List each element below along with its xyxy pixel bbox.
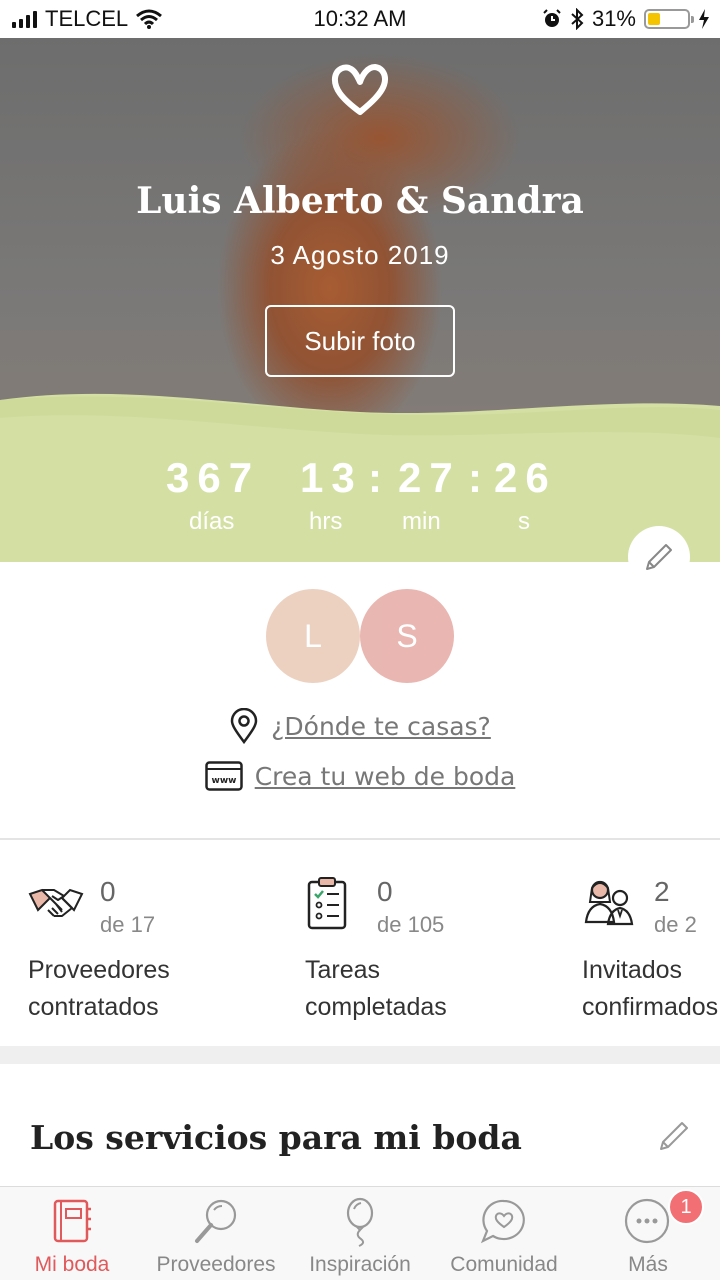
countdown-hours: 13 [300,454,363,501]
status-right: 31% [542,6,710,32]
tab-comunidad[interactable]: Comunidad [432,1187,576,1280]
tab-label: Inspiración [309,1253,411,1276]
notebook-icon [53,1199,91,1243]
stat-label-line: completadas [305,993,447,1021]
charging-icon [699,9,709,29]
divider [0,838,720,840]
countdown-separator: : [468,454,482,501]
tab-mi-boda[interactable]: Mi boda [0,1187,144,1280]
countdown-seconds: 26 [494,454,557,501]
stat-label-line: contratados [28,993,159,1021]
tab-label: Comunidad [450,1253,558,1276]
stat-count: 0 [377,876,393,907]
countdown: 367 13 : 27 : 26 días hrs min s [0,454,720,544]
avatar-partner-1[interactable]: L [266,589,360,683]
wedding-date: 3 Agosto 2019 [270,240,450,270]
tab-label: Mi boda [34,1253,110,1276]
web-link-row[interactable]: www Crea tu web de boda [0,761,720,791]
tab-inspiracion[interactable]: Inspiración [288,1187,432,1280]
upload-photo-button[interactable]: Subir foto [265,305,455,377]
heart-logo-icon [331,64,388,115]
countdown-days-unit: días [189,508,235,535]
stat-label: Invitados confirmados [582,952,718,1026]
bluetooth-icon [571,8,584,30]
section-separator [0,1046,720,1064]
web-link[interactable]: Crea tu web de boda [255,762,516,791]
countdown-days: 367 [166,454,261,501]
stat-label-line: Proveedores [28,956,170,984]
www-browser-icon: www [204,761,243,791]
battery-icon [644,9,694,29]
avatar-partner-2[interactable]: S [360,589,454,683]
battery-percent: 31% [591,6,636,31]
stat-label-line: confirmados [582,993,719,1021]
stat-label: Proveedores contratados [28,952,170,1026]
tab-label: Más [628,1253,668,1276]
handshake-icon [28,888,84,917]
hero-banner: Luis Alberto & Sandra 3 Agosto 2019 Subi… [0,38,720,562]
guests-icon [584,880,634,926]
pencil-icon [646,544,672,570]
stat-count: 2 [654,876,670,907]
magnifier-icon [195,1199,237,1243]
notification-badge: 1 [668,1189,704,1225]
tab-label: Proveedores [156,1253,276,1276]
checklist-icon [307,877,347,930]
stat-total: de 2 [654,912,697,937]
where-link[interactable]: ¿Dónde te casas? [271,712,491,741]
countdown-seconds-unit: s [518,508,530,535]
edit-wedding-button[interactable] [628,526,690,588]
stat-label-line: Tareas [305,956,381,984]
stat-label: Tareas completadas [305,952,447,1026]
location-pin-icon [230,708,258,744]
couple-title: Luis Alberto & Sandra [136,180,584,222]
chat-heart-icon [480,1199,525,1244]
alarm-icon [543,9,561,27]
stat-total: de 105 [377,912,445,937]
stat-count: 0 [100,876,116,907]
stat-label-line: Invitados [582,956,683,984]
more-icon [624,1198,670,1244]
countdown-minutes: 27 [398,454,461,501]
edit-services-pencil-icon[interactable] [656,1118,692,1154]
bottom-tab-bar: Mi boda Proveedores Inspiración Comunida… [0,1186,720,1280]
balloon-icon [346,1197,374,1247]
stat-guests[interactable]: 2 de 2 Invitados confirmados [582,868,720,1028]
countdown-minutes-unit: min [402,508,441,535]
svg-text:www: www [211,776,236,786]
tab-proveedores[interactable]: Proveedores [144,1187,288,1280]
status-bar: TELCEL 10:32 AM 31% [0,0,720,38]
services-title: Los servicios para mi boda [30,1118,522,1157]
countdown-hours-unit: hrs [309,508,343,535]
stat-total: de 17 [100,912,156,937]
countdown-separator: : [368,454,382,501]
where-link-row[interactable]: ¿Dónde te casas? [0,708,720,744]
